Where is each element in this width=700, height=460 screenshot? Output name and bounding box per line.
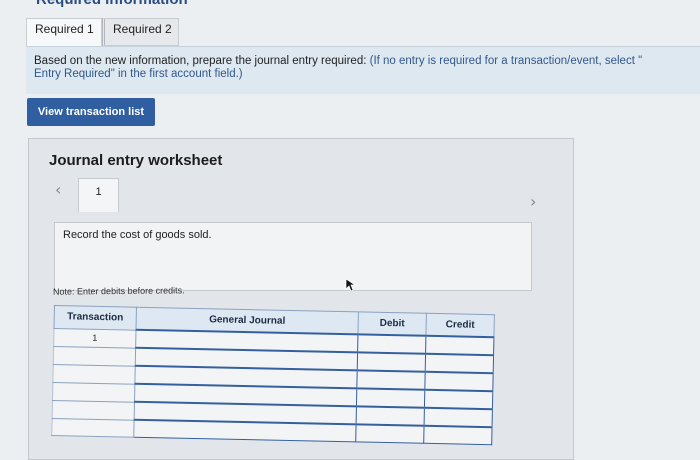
debit-credit-note: Note: Enter debits before credits. bbox=[52, 285, 185, 297]
section-title: Required information bbox=[36, 0, 188, 8]
entry-tab[interactable]: 1 bbox=[78, 178, 119, 212]
transaction-cell bbox=[52, 381, 135, 402]
credit-input[interactable] bbox=[424, 389, 493, 410]
journal-table: Transaction General Journal Debit Credit… bbox=[51, 305, 495, 445]
entry-description: Record the cost of goods sold. bbox=[63, 229, 212, 241]
entry-number: 1 bbox=[95, 186, 102, 198]
chevron-right-icon[interactable]: › bbox=[530, 194, 536, 210]
debit-input[interactable] bbox=[356, 388, 425, 408]
entry-description-box: Record the cost of goods sold. bbox=[54, 222, 532, 291]
credit-input[interactable] bbox=[423, 425, 493, 445]
debit-input[interactable] bbox=[356, 406, 425, 426]
instructions-panel: Based on the new information, prepare th… bbox=[26, 46, 700, 94]
header-credit: Credit bbox=[425, 313, 495, 338]
instructions-note: (If no entry is required for a transacti… bbox=[366, 55, 643, 67]
instructions-text: Based on the new information, prepare th… bbox=[34, 55, 367, 67]
debit-input[interactable] bbox=[356, 370, 426, 390]
view-transaction-list-button[interactable]: View transaction list bbox=[27, 98, 155, 126]
credit-input[interactable] bbox=[425, 353, 494, 374]
credit-input[interactable] bbox=[424, 407, 493, 428]
header-debit: Debit bbox=[357, 311, 427, 336]
transaction-cell bbox=[52, 363, 136, 384]
transaction-cell bbox=[52, 399, 135, 420]
header-transaction: Transaction bbox=[54, 305, 137, 330]
transaction-cell bbox=[51, 417, 135, 438]
debit-input[interactable] bbox=[357, 352, 426, 372]
tab-label: Required 1 bbox=[35, 22, 94, 36]
tab-label: Required 2 bbox=[113, 22, 172, 36]
debit-input[interactable] bbox=[357, 334, 426, 354]
tab-required-2[interactable]: Required 2 bbox=[102, 18, 179, 46]
credit-input[interactable] bbox=[424, 371, 494, 392]
instructions-note-continued: Entry Required" in the first account fie… bbox=[34, 68, 243, 80]
chevron-left-icon[interactable]: ‹ bbox=[55, 182, 61, 198]
transaction-cell: 1 bbox=[53, 328, 137, 348]
worksheet-title: Journal entry worksheet bbox=[49, 152, 223, 169]
credit-input[interactable] bbox=[425, 335, 494, 356]
transaction-cell bbox=[53, 346, 136, 366]
debit-input[interactable] bbox=[355, 424, 425, 444]
tab-required-1[interactable]: Required 1 bbox=[26, 18, 102, 46]
